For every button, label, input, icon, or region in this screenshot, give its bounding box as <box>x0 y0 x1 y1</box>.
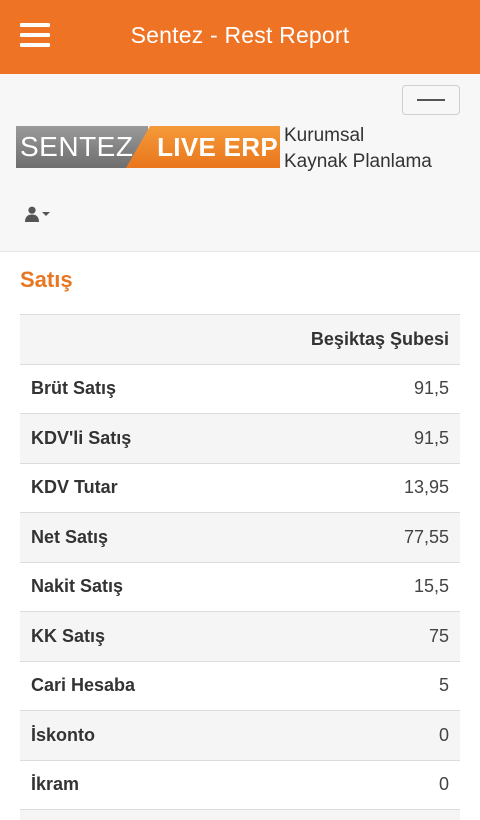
logo-subtitle-line2: Kaynak Planlama <box>284 151 432 172</box>
table-row: KDV Tutar 13,95 <box>20 462 460 513</box>
table-row: Nakit Satış 15,5 <box>20 561 460 612</box>
logo-subtitle: Kurumsal Kaynak Planlama <box>284 123 432 175</box>
logo-live-erp-text: LIVE ERP <box>126 126 280 168</box>
company-logo: SENTEZ LIVE ERP Kurumsal Kaynak Planlama <box>16 123 436 175</box>
caret-down-icon <box>42 212 50 216</box>
row-label: Brüt Satış <box>31 378 117 399</box>
row-value: 13,95 <box>403 477 449 498</box>
logo-sentez-text: SENTEZ <box>16 126 148 168</box>
report-table: Beşiktaş Şubesi Brüt Satış 91,5 KDV'li S… <box>20 314 460 820</box>
row-label: KK Satış <box>31 625 106 646</box>
table-row: İkram 0 <box>20 759 460 810</box>
section-title: Satış <box>20 267 73 292</box>
row-value: 91,5 <box>413 427 449 448</box>
row-label: Nakit Satış <box>31 576 124 597</box>
table-row: KDV'li Satış 91,5 <box>20 413 460 463</box>
row-value: 5 <box>438 675 449 696</box>
row-label: Net Satış <box>31 526 109 547</box>
table-row: İskonto 0 <box>20 710 460 760</box>
user-menu-button[interactable] <box>24 206 52 222</box>
row-label: KDV'li Satış <box>31 427 132 448</box>
table-row: KK Satış 75 <box>20 611 460 661</box>
app-title: Sentez - Rest Report <box>130 22 350 48</box>
row-label: Cari Hesaba <box>31 675 136 696</box>
logo-subtitle-line1: Kurumsal <box>284 125 365 146</box>
row-value: 0 <box>438 724 449 745</box>
row-label: KDV Tutar <box>31 477 118 498</box>
row-value: 0 <box>438 774 449 795</box>
minus-icon <box>417 99 445 101</box>
site-header: SENTEZ LIVE ERP Kurumsal Kaynak Planlama <box>0 74 480 252</box>
table-row-partial <box>20 809 460 820</box>
row-value: 91,5 <box>413 378 449 399</box>
table-row: Brüt Satış 91,5 <box>20 363 460 414</box>
row-value: 75 <box>428 625 449 646</box>
user-icon <box>25 206 39 222</box>
row-value: 15,5 <box>413 576 449 597</box>
app-bar: Sentez - Rest Report <box>0 0 480 74</box>
row-label: İkram <box>31 774 80 795</box>
row-label: İskonto <box>31 724 96 745</box>
table-row: Cari Hesaba 5 <box>20 660 460 711</box>
column-header-branch: Beşiktaş Şubesi <box>310 328 449 349</box>
table-row: Net Satış 77,55 <box>20 512 460 562</box>
row-value: 77,55 <box>403 526 449 547</box>
navbar-toggle-button[interactable] <box>402 85 460 115</box>
table-header-row: Beşiktaş Şubesi <box>20 314 460 364</box>
